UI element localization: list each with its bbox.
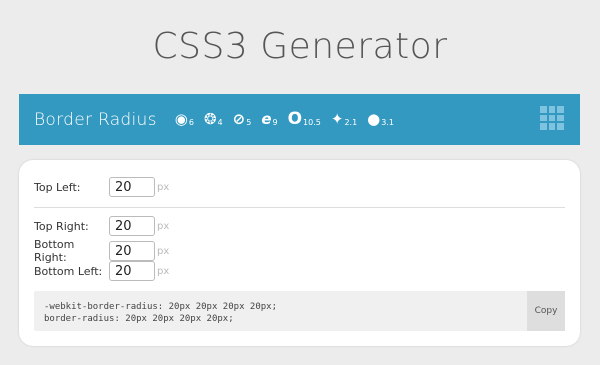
header-title: Border Radius	[34, 109, 157, 130]
browser-version: 3.1	[381, 118, 394, 127]
top-left-unit: px	[157, 181, 170, 193]
code-output: -webkit-border-radius: 20px 20px 20px 20…	[34, 291, 565, 331]
chrome-icon: ◉	[174, 110, 188, 128]
browser-version: 10.5	[303, 118, 321, 127]
browser-version: 5	[246, 118, 252, 127]
top-right-unit: px	[157, 220, 170, 232]
firefox-icon: ❂	[203, 110, 217, 128]
browser-version: 6	[188, 118, 194, 127]
generator-header: Border Radius ◉ 6 ❂ 4 ⊘ 5 e 9 O 10.5 ✦ 2…	[19, 94, 580, 145]
bottom-right-input[interactable]	[109, 241, 155, 261]
browser-ios: ● 3.1	[367, 110, 394, 128]
browser-chrome: ◉ 6	[174, 110, 194, 128]
top-right-label: Top Right:	[34, 219, 89, 233]
grid-menu-icon[interactable]	[540, 106, 564, 130]
browser-ie: e 9	[261, 110, 278, 128]
bottom-right-unit: px	[157, 245, 170, 257]
ie-icon: e	[261, 110, 272, 128]
top-right-input[interactable]	[109, 216, 155, 236]
bottom-left-unit: px	[157, 265, 170, 277]
page-title: CSS3 Generator	[152, 26, 448, 67]
top-left-label: Top Left:	[34, 180, 81, 194]
browser-android: ✦ 2.1	[330, 110, 358, 128]
generator-panel: Top Left: px Top Right: px Bottom Right:…	[19, 160, 580, 346]
browser-opera: O 10.5	[287, 109, 321, 129]
code-line-standard: border-radius: 20px 20px 20px 20px;	[44, 314, 234, 324]
bottom-left-label: Bottom Left:	[34, 264, 103, 278]
browser-safari: ⊘ 5	[232, 110, 252, 128]
code-text[interactable]: -webkit-border-radius: 20px 20px 20px 20…	[44, 301, 277, 325]
apple-icon: ●	[367, 110, 381, 128]
code-line-webkit: -webkit-border-radius: 20px 20px 20px 20…	[44, 302, 277, 312]
top-right-row: Top Right: px	[34, 216, 169, 236]
browser-version: 2.1	[344, 118, 358, 127]
top-left-row: Top Left: px	[34, 177, 169, 197]
browser-firefox: ❂ 4	[203, 110, 223, 128]
browser-version: 4	[217, 118, 223, 127]
opera-icon: O	[287, 109, 303, 129]
top-left-input[interactable]	[109, 177, 155, 197]
bottom-left-input[interactable]	[109, 261, 155, 281]
browser-version: 9	[272, 118, 278, 127]
copy-button[interactable]: Copy	[527, 291, 565, 331]
bottom-left-row: Bottom Left: px	[34, 261, 169, 281]
safari-icon: ⊘	[232, 110, 246, 128]
divider	[34, 207, 565, 208]
android-icon: ✦	[330, 110, 344, 128]
